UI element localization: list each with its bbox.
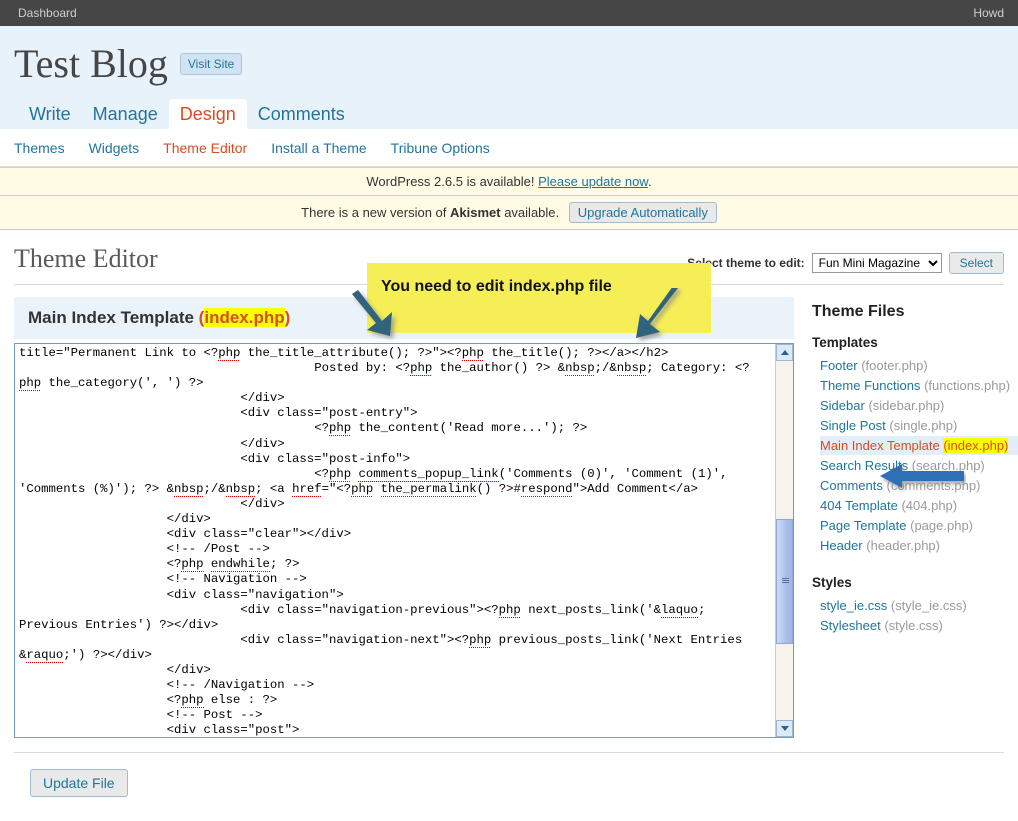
file-link[interactable]: style_ie.css [820,598,887,613]
akismet-text-before: There is a new version of [301,205,451,220]
file-heading-paren-close: ) [284,308,291,327]
file-slug: (sidebar.php) [868,398,945,413]
file-heading-bar: Main Index Template (index.php) [14,297,794,339]
wordpress-update-notice: WordPress 2.6.5 is available! Please upd… [0,167,1018,196]
code-editor-scrollbar[interactable] [775,344,793,737]
page-body: Theme Editor Select theme to edit: Fun M… [0,230,1018,797]
file-slug: (style_ie.css) [890,598,967,613]
code-content[interactable]: title="Permanent Link to <?php the_title… [19,346,771,737]
select-theme-button[interactable]: Select [948,252,1004,274]
list-item-current-index-php[interactable]: Main Index Template (index.php) [820,436,1018,455]
list-item[interactable]: Stylesheet (style.css) [820,616,1018,635]
wp-update-text-after: . [647,174,652,189]
update-file-button[interactable]: Update File [30,769,128,797]
list-item[interactable]: Comments (comments.php) [820,476,1018,495]
list-item[interactable]: 404 Template (404.php) [820,496,1018,515]
file-link[interactable]: Footer [820,358,858,373]
list-item[interactable]: Theme Functions (functions.php) [820,376,1018,395]
file-slug: (functions.php) [924,378,1011,393]
file-link[interactable]: Comments [820,478,883,493]
scroll-up-button[interactable] [776,344,793,361]
file-slug: (single.php) [889,418,958,433]
file-slug: (style.css) [884,618,943,633]
file-slug: (header.php) [866,538,940,553]
list-item[interactable]: Search Results (search.php) [820,456,1018,475]
select-theme-label: Select theme to edit: [687,256,805,270]
list-item[interactable]: style_ie.css (style_ie.css) [820,596,1018,615]
dashboard-link[interactable]: Dashboard [18,6,77,20]
main-columns: Main Index Template (index.php) title="P… [14,285,1018,738]
visit-site-button[interactable]: Visit Site [179,53,243,75]
page-header-row: Theme Editor Select theme to edit: Fun M… [14,230,1004,285]
styles-file-list: style_ie.css (style_ie.css) Stylesheet (… [812,596,1018,635]
file-link[interactable]: Single Post [820,418,886,433]
file-slug: (search.php) [911,458,985,473]
file-link[interactable]: Header [820,538,863,553]
theme-selector-group: Select theme to edit: Fun Mini Magazine … [687,252,1004,274]
blog-header: Test Blog Visit Site Write Manage Design… [0,26,1018,132]
file-link[interactable]: Sidebar [820,398,865,413]
templates-file-list: Footer (footer.php) Theme Functions (fun… [812,356,1018,555]
file-slug: (404.php) [901,498,958,513]
file-link[interactable]: Theme Functions [820,378,920,393]
tab-manage[interactable]: Manage [82,99,169,132]
file-heading-template-name: Main Index Template [28,308,194,327]
akismet-update-notice: There is a new version of Akismet availa… [0,196,1018,230]
file-heading-paren-open: ( [193,308,205,327]
chevron-up-icon [780,350,789,355]
scrollbar-thumb[interactable] [776,519,793,644]
akismet-plugin-name: Akismet [450,205,501,220]
page-title-blog-name: Test Blog [14,41,168,86]
file-link[interactable]: Stylesheet [820,618,881,633]
file-link[interactable]: Page Template [820,518,907,533]
list-item[interactable]: Sidebar (sidebar.php) [820,396,1018,415]
subtab-themes[interactable]: Themes [14,140,65,156]
theme-select-dropdown[interactable]: Fun Mini Magazine [811,253,942,273]
code-editor[interactable]: title="Permanent Link to <?php the_title… [14,343,794,738]
secondary-nav: Themes Widgets Theme Editor Install a Th… [0,129,1018,167]
file-slug: (page.php) [910,518,974,533]
blog-title-row: Test Blog Visit Site [14,36,1018,92]
file-link-index-php[interactable]: Main Index Template [820,438,940,453]
file-slug: (comments.php) [886,478,981,493]
file-heading: Main Index Template (index.php) [28,308,780,328]
page-title: Theme Editor [14,244,158,273]
scroll-down-button[interactable] [776,720,793,737]
file-link[interactable]: 404 Template [820,498,898,513]
file-link[interactable]: Search Results [820,458,908,473]
templates-heading: Templates [812,335,878,350]
subtab-widgets[interactable]: Widgets [89,140,140,156]
admin-bar: Dashboard Howd [0,0,1018,26]
theme-files-heading: Theme Files [812,303,905,320]
tab-comments[interactable]: Comments [247,99,356,132]
tab-design[interactable]: Design [168,99,247,132]
list-item[interactable]: Footer (footer.php) [820,356,1018,375]
howdy-greeting[interactable]: Howd [973,6,1004,20]
list-item[interactable]: Header (header.php) [820,536,1018,555]
tab-write[interactable]: Write [18,99,82,132]
styles-heading: Styles [812,575,852,590]
scrollbar-grip-icon [782,578,789,584]
section-divider [14,752,1004,753]
theme-files-panel: Theme Files Templates Footer (footer.php… [812,297,1018,738]
file-slug: (footer.php) [861,358,928,373]
subtab-theme-editor[interactable]: Theme Editor [163,140,247,156]
please-update-now-link[interactable]: Please update now [538,174,648,189]
code-editor-textarea[interactable]: title="Permanent Link to <?php the_title… [15,344,775,737]
file-heading-filename: index.php [204,308,285,327]
subtab-tribune-options[interactable]: Tribune Options [391,140,490,156]
subtab-install-a-theme[interactable]: Install a Theme [271,140,366,156]
list-item[interactable]: Page Template (page.php) [820,516,1018,535]
list-item[interactable]: Single Post (single.php) [820,416,1018,435]
primary-nav: Write Manage Design Comments [14,98,1018,132]
upgrade-automatically-button[interactable]: Upgrade Automatically [568,202,717,223]
editor-column: Main Index Template (index.php) title="P… [14,297,794,738]
file-slug-index-php: (index.php) [943,438,1009,453]
chevron-down-icon [780,726,789,731]
akismet-text-after: available. [500,205,560,220]
wp-update-text-before: WordPress 2.6.5 is available! [366,174,539,189]
